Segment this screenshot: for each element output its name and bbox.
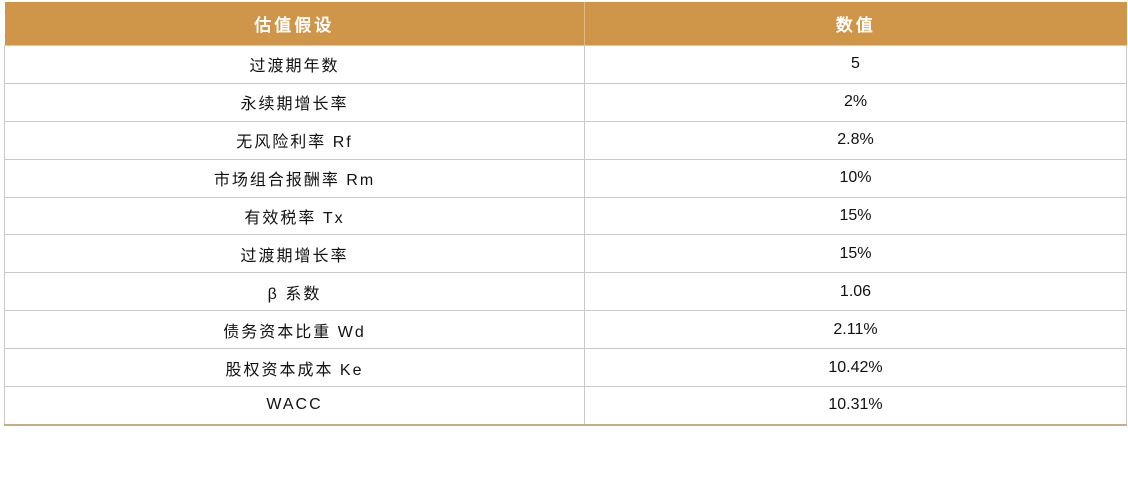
table-row: 无风险利率 Rf 2.8%	[4, 121, 1127, 160]
assumption-value: 15%	[584, 234, 1127, 274]
assumption-label: 有效税率 Tx	[4, 197, 585, 236]
assumption-value: 10.42%	[584, 348, 1127, 388]
valuation-assumptions-table-container: 估值假设 数值 过渡期年数 5 永续期增长率 2% 无风险利率 Rf 2.8% …	[4, 2, 1127, 426]
valuation-assumptions-table: 估值假设 数值 过渡期年数 5 永续期增长率 2% 无风险利率 Rf 2.8% …	[4, 2, 1127, 426]
table-row: 市场组合报酬率 Rm 10%	[4, 159, 1127, 198]
table-header-row: 估值假设 数值	[4, 2, 1127, 46]
table-row: 过渡期增长率 15%	[4, 234, 1127, 274]
table-row: 股权资本成本 Ke 10.42%	[4, 348, 1127, 388]
assumption-label: 永续期增长率	[4, 83, 585, 122]
assumption-label: β 系数	[4, 272, 585, 312]
table-row: 过渡期年数 5	[4, 45, 1127, 84]
assumption-value: 2.8%	[584, 121, 1127, 160]
assumption-value: 5	[584, 45, 1127, 84]
assumption-value: 2.11%	[584, 310, 1127, 350]
table-row: 债务资本比重 Wd 2.11%	[4, 310, 1127, 350]
assumption-value: 1.06	[584, 272, 1127, 312]
assumption-value: 15%	[584, 197, 1127, 236]
assumption-value: 2%	[584, 83, 1127, 122]
column-header-value: 数值	[584, 2, 1127, 46]
assumption-value: 10%	[584, 159, 1127, 198]
assumption-value: 10.31%	[584, 386, 1127, 426]
assumption-label: WACC	[4, 386, 585, 426]
assumption-label: 债务资本比重 Wd	[4, 310, 585, 350]
column-header-assumption: 估值假设	[4, 2, 585, 46]
table-row: β 系数 1.06	[4, 272, 1127, 312]
assumption-label: 市场组合报酬率 Rm	[4, 159, 585, 198]
table-row: WACC 10.31%	[4, 386, 1127, 426]
table-row: 永续期增长率 2%	[4, 83, 1127, 122]
assumption-label: 无风险利率 Rf	[4, 121, 585, 160]
assumption-label: 过渡期年数	[4, 45, 585, 84]
table-row: 有效税率 Tx 15%	[4, 197, 1127, 236]
assumption-label: 股权资本成本 Ke	[4, 348, 585, 388]
assumption-label: 过渡期增长率	[4, 234, 585, 274]
